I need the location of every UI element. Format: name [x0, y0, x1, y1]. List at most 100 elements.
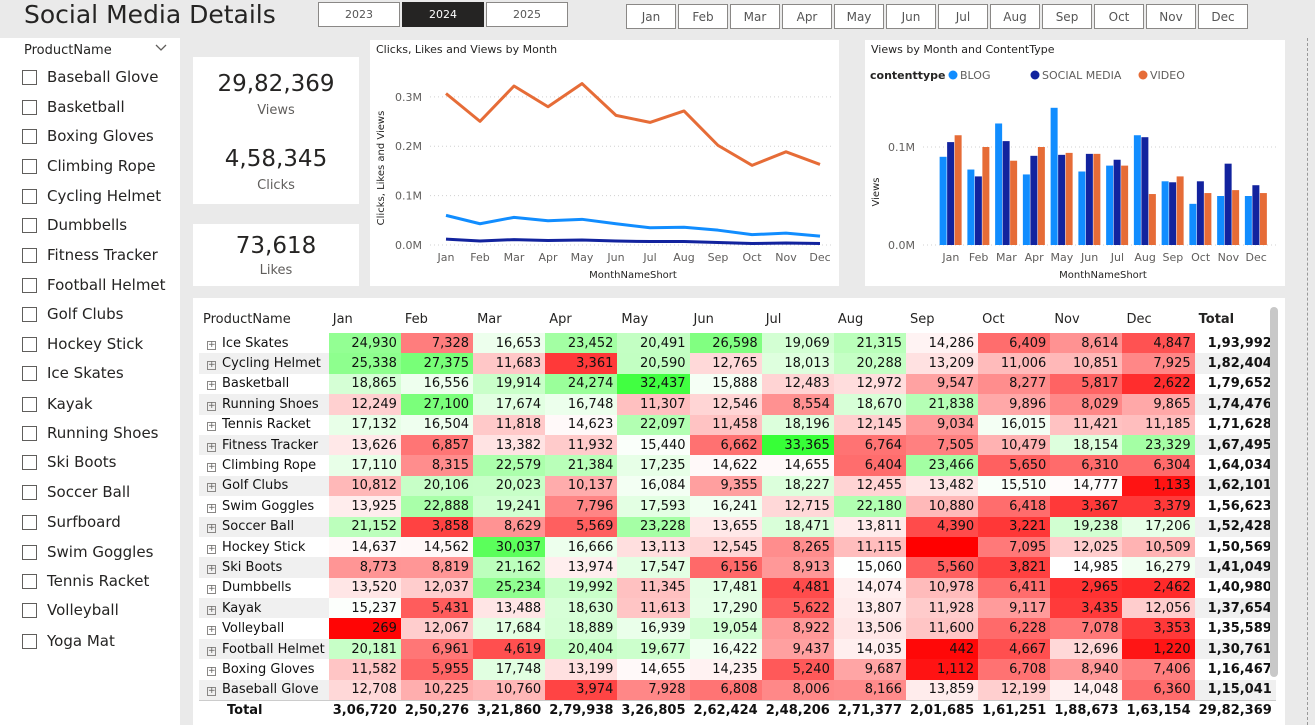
month-button-nov[interactable]: Nov	[1146, 4, 1196, 29]
expand-plus-icon[interactable]: +	[207, 483, 216, 493]
slicer-item-volleyball[interactable]: Volleyball	[22, 599, 119, 621]
expand-plus-icon[interactable]: +	[207, 585, 216, 595]
slicer-item-running-shoes[interactable]: Running Shoes	[22, 422, 158, 444]
month-button-may[interactable]: May	[834, 4, 884, 29]
month-button-aug[interactable]: Aug	[990, 4, 1040, 29]
slicer-item-cycling-helmet[interactable]: Cycling Helmet	[22, 185, 161, 207]
slicer-item-football-helmet[interactable]: Football Helmet	[22, 274, 166, 296]
column-header-dec[interactable]: Dec	[1122, 305, 1194, 333]
column-header-sep[interactable]: Sep	[906, 305, 978, 333]
expand-plus-icon[interactable]: +	[207, 422, 216, 432]
expand-plus-icon[interactable]: +	[207, 503, 216, 513]
column-header-productname[interactable]: ProductName	[199, 305, 329, 333]
expand-plus-icon[interactable]: +	[207, 646, 216, 656]
checkbox[interactable]	[22, 544, 37, 560]
month-button-mar[interactable]: Mar	[730, 4, 780, 29]
slicer-item-tennis-racket[interactable]: Tennis Racket	[22, 570, 149, 592]
checkbox[interactable]	[22, 514, 37, 530]
slicer-item-ice-skates[interactable]: Ice Skates	[22, 362, 124, 384]
chevron-down-icon[interactable]	[154, 40, 168, 58]
year-button-2025[interactable]: 2025	[486, 2, 568, 27]
bar-blog-oct	[1189, 203, 1197, 245]
matrix-scrollbar[interactable]	[1270, 307, 1278, 677]
expand-plus-icon[interactable]: +	[207, 442, 216, 452]
checkbox[interactable]	[22, 128, 37, 144]
checkbox[interactable]	[22, 484, 37, 500]
slicer-item-swim-goggles[interactable]: Swim Goggles	[22, 541, 153, 563]
slicer-item-label: Kayak	[47, 395, 93, 413]
column-header-total[interactable]: Total	[1195, 305, 1276, 333]
slicer-item-basketball[interactable]: Basketball	[22, 96, 125, 118]
expand-plus-icon[interactable]: +	[207, 605, 216, 615]
checkbox[interactable]	[22, 217, 37, 233]
expand-plus-icon[interactable]: +	[207, 666, 216, 676]
column-header-mar[interactable]: Mar	[473, 305, 545, 333]
checkbox[interactable]	[22, 573, 37, 589]
column-header-feb[interactable]: Feb	[401, 305, 473, 333]
column-header-may[interactable]: May	[617, 305, 689, 333]
slicer-item-label: Hockey Stick	[47, 335, 144, 353]
checkbox[interactable]	[22, 425, 37, 441]
expand-plus-icon[interactable]: +	[207, 687, 216, 697]
checkbox[interactable]	[22, 277, 37, 293]
column-header-apr[interactable]: Apr	[545, 305, 617, 333]
checkbox[interactable]	[22, 365, 37, 381]
table-row: + Dumbbells 13,520 12,037 25,234 19,992 11,345…	[199, 577, 1276, 599]
table-cell: 19,914	[473, 373, 546, 395]
expand-plus-icon[interactable]: +	[207, 381, 216, 391]
slicer-item-boxing-gloves[interactable]: Boxing Gloves	[22, 125, 154, 147]
slicer-item-dumbbells[interactable]: Dumbbells	[22, 214, 127, 236]
checkbox[interactable]	[22, 454, 37, 470]
column-header-jun[interactable]: Jun	[690, 305, 762, 333]
expand-plus-icon[interactable]: +	[207, 340, 216, 350]
month-button-jan[interactable]: Jan	[626, 4, 676, 29]
bar-blog-apr	[1022, 174, 1030, 245]
slicer-item-golf-clubs[interactable]: Golf Clubs	[22, 303, 124, 325]
slicer-item-soccer-ball[interactable]: Soccer Ball	[22, 481, 130, 503]
month-button-dec[interactable]: Dec	[1198, 4, 1248, 29]
slicer-item-yoga-mat[interactable]: Yoga Mat	[22, 630, 115, 652]
slicer-item-fitness-tracker[interactable]: Fitness Tracker	[22, 244, 158, 266]
expand-plus-icon[interactable]: +	[207, 361, 216, 371]
slicer-item-baseball-glove[interactable]: Baseball Glove	[22, 66, 158, 88]
table-cell: 16,666	[545, 536, 618, 558]
checkbox[interactable]	[22, 99, 37, 115]
expand-plus-icon[interactable]: +	[207, 626, 216, 636]
bar-video-jan	[954, 135, 962, 245]
checkbox[interactable]	[22, 188, 37, 204]
checkbox[interactable]	[22, 633, 37, 649]
checkbox[interactable]	[22, 306, 37, 322]
column-header-oct[interactable]: Oct	[978, 305, 1050, 333]
expand-plus-icon[interactable]: +	[207, 524, 216, 534]
slicer-item-surfboard[interactable]: Surfboard	[22, 511, 121, 533]
table-cell: 14,655	[617, 659, 690, 680]
checkbox[interactable]	[22, 247, 37, 263]
checkbox[interactable]	[22, 69, 37, 85]
slicer-item-climbing-rope[interactable]: Climbing Rope	[22, 155, 156, 177]
expand-plus-icon[interactable]: +	[207, 564, 216, 574]
column-header-jul[interactable]: Jul	[762, 305, 834, 333]
checkbox[interactable]	[22, 396, 37, 412]
month-button-jun[interactable]: Jun	[886, 4, 936, 29]
checkbox[interactable]	[22, 158, 37, 174]
slicer-item-hockey-stick[interactable]: Hockey Stick	[22, 333, 143, 355]
x-tick-label: Jul	[1110, 251, 1124, 264]
column-header-jan[interactable]: Jan	[329, 305, 401, 333]
checkbox[interactable]	[22, 336, 37, 352]
table-cell: 6,662	[689, 434, 762, 456]
expand-plus-icon[interactable]: +	[207, 401, 216, 411]
checkbox[interactable]	[22, 602, 37, 618]
month-button-sep[interactable]: Sep	[1042, 4, 1092, 29]
month-button-oct[interactable]: Oct	[1094, 4, 1144, 29]
year-button-2024[interactable]: 2024	[402, 2, 484, 27]
slicer-item-kayak[interactable]: Kayak	[22, 393, 93, 415]
month-button-jul[interactable]: Jul	[938, 4, 988, 29]
year-button-2023[interactable]: 2023	[318, 2, 400, 27]
expand-plus-icon[interactable]: +	[207, 544, 216, 554]
slicer-item-ski-boots[interactable]: Ski Boots	[22, 451, 117, 473]
month-button-feb[interactable]: Feb	[678, 4, 728, 29]
month-button-apr[interactable]: Apr	[782, 4, 832, 29]
column-header-nov[interactable]: Nov	[1050, 305, 1122, 333]
expand-plus-icon[interactable]: +	[207, 463, 216, 473]
column-header-aug[interactable]: Aug	[834, 305, 906, 333]
